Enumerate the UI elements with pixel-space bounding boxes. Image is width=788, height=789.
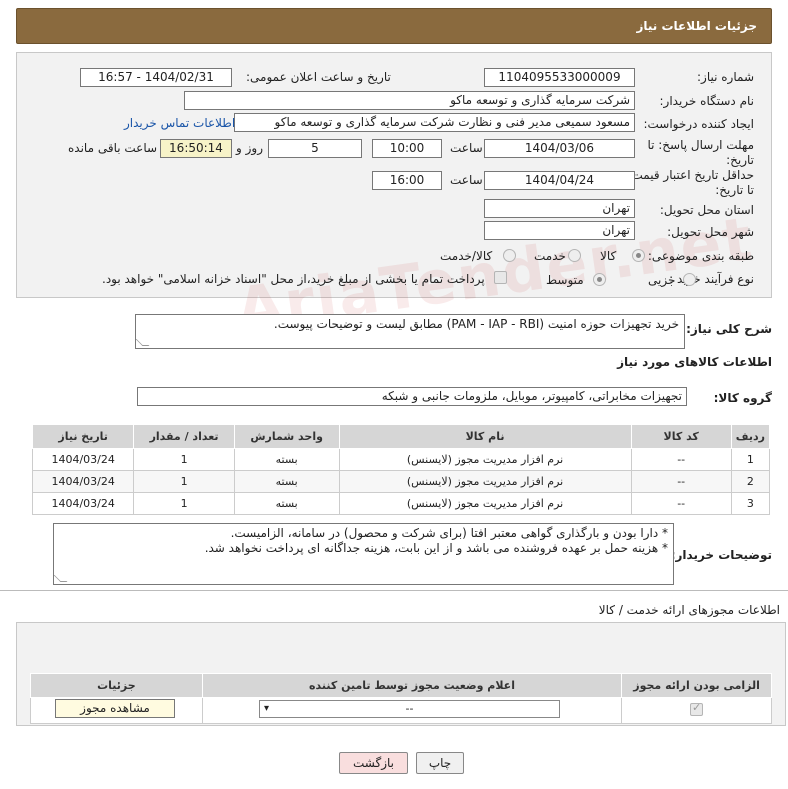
validity-date-field: 1404/04/24: [484, 171, 635, 190]
requester-label: ایجاد کننده درخواست:: [643, 117, 754, 131]
print-button[interactable]: چاپ: [416, 752, 464, 774]
row-name: نرم افزار مدیریت مجوز (لایسنس): [338, 492, 632, 515]
permit-status-select[interactable]: -- ▾: [259, 700, 560, 718]
process-medium-label: متوسط: [546, 273, 584, 287]
row-code: --: [630, 470, 732, 493]
deadline-time-label: ساعت: [450, 141, 483, 155]
col-qty: تعداد / مقدار: [133, 424, 235, 449]
goods-section-title: اطلاعات کالاهای مورد نیاز: [617, 355, 772, 369]
category-goods-label: کالا: [600, 249, 617, 263]
process-medium-radio[interactable]: [593, 273, 606, 286]
permit-required-checkbox: [690, 701, 703, 716]
row-code: --: [630, 448, 732, 471]
process-minor-radio[interactable]: [683, 273, 696, 286]
treasury-payment-checkbox[interactable]: [494, 271, 507, 284]
category-service-label: خدمت: [534, 249, 566, 263]
row-unit: بسته: [233, 470, 340, 493]
validity-label: حداقل تاریخ اعتبار قیمت: تا تاریخ:: [627, 168, 754, 197]
row-qty: 1: [133, 470, 235, 493]
row-date: 1404/03/24: [31, 448, 135, 471]
city-field: تهران: [484, 221, 635, 240]
back-button[interactable]: بازگشت: [339, 752, 408, 774]
process-minor-label: جزیی: [648, 273, 676, 287]
row-qty: 1: [133, 492, 235, 515]
goods-group-label: گروه کالا:: [713, 391, 772, 405]
validity-time-label: ساعت: [450, 173, 483, 187]
description-text: خرید تجهیزات حوزه امنیت (PAM - IAP - RBI…: [273, 317, 679, 331]
permits-table-header: الزامی بودن ارائه مجوز اعلام وضعیت مجوز …: [30, 673, 772, 698]
row-unit: بسته: [233, 492, 340, 515]
page-header: جزئیات اطلاعات نیاز: [16, 8, 772, 44]
days-field: 5: [268, 139, 362, 158]
announce-label: تاریخ و ساعت اعلان عمومی:: [246, 70, 391, 84]
category-service-radio[interactable]: [568, 249, 581, 262]
days-label: روز و: [236, 141, 263, 155]
row-name: نرم افزار مدیریت مجوز (لایسنس): [338, 470, 632, 493]
deadline-time-field: 10:00: [372, 139, 442, 158]
province-field: تهران: [484, 199, 635, 218]
description-textarea[interactable]: خرید تجهیزات حوزه امنیت (PAM - IAP - RBI…: [135, 314, 685, 349]
buyer-notes-line-2: * هزینه حمل بر عهده فروشنده می باشد و از…: [204, 541, 668, 555]
table-row: 2 -- نرم افزار مدیریت مجوز (لایسنس) بسته…: [31, 470, 771, 493]
resize-handle-icon[interactable]: [136, 339, 150, 346]
row-index: 1: [730, 448, 771, 471]
category-both-radio[interactable]: [503, 249, 516, 262]
need-number-label: شماره نیاز:: [697, 70, 754, 84]
col-permit-details: جزئیات: [30, 673, 203, 698]
process-label: نوع فرآیند خرید :: [669, 272, 754, 286]
announce-field: 1404/02/31 - 16:57: [80, 68, 232, 87]
city-label: شهر محل تحویل:: [667, 225, 754, 239]
category-goods-radio[interactable]: [632, 249, 645, 262]
category-both-label: کالا/خدمت: [440, 249, 493, 263]
resize-handle-icon[interactable]: [54, 575, 68, 582]
category-label: طبقه بندی موضوعی:: [647, 249, 754, 263]
row-code: --: [630, 492, 732, 515]
goods-group-field: تجهیزات مخابراتی، کامپیوتر، موبایل، ملزو…: [137, 387, 687, 406]
col-date: تاریخ نیاز: [31, 424, 135, 449]
col-permit-status: اعلام وضعیت مجوز توسط تامین کننده: [201, 673, 623, 698]
goods-table: ردیف کد کالا نام کالا واحد شمارش تعداد /…: [31, 424, 771, 515]
goods-table-header: ردیف کد کالا نام کالا واحد شمارش تعداد /…: [31, 424, 771, 449]
remaining-time-field: 16:50:14: [160, 139, 232, 158]
row-date: 1404/03/24: [31, 492, 135, 515]
buyer-org-field: شرکت سرمایه گذاری و توسعه ماکو: [184, 91, 635, 110]
need-number-field: 1104095533000009: [484, 68, 635, 87]
row-unit: بسته: [233, 448, 340, 471]
page-title: جزئیات اطلاعات نیاز: [636, 19, 757, 33]
col-index: ردیف: [730, 424, 771, 449]
validity-time-field: 16:00: [372, 171, 442, 190]
buyer-notes-label: توضیحات خریدار:: [670, 548, 772, 562]
province-label: استان محل تحویل:: [659, 203, 754, 217]
col-permit-required: الزامی بودن ارائه مجوز: [621, 673, 772, 698]
treasury-payment-label: پرداخت تمام یا بخشی از مبلغ خرید،از محل …: [102, 272, 485, 286]
col-code: کد کالا: [630, 424, 732, 449]
col-name: نام کالا: [338, 424, 632, 449]
deadline-label: مهلت ارسال پاسخ: تا تاریخ:: [647, 138, 754, 167]
row-index: 3: [730, 492, 771, 515]
divider: [0, 590, 788, 591]
view-permit-button[interactable]: مشاهده مجوز: [55, 699, 175, 718]
requester-field: مسعود سمیعی مدیر فنی و نظارت شرکت سرمایه…: [234, 113, 635, 132]
col-unit: واحد شمارش: [233, 424, 340, 449]
row-index: 2: [730, 470, 771, 493]
row-date: 1404/03/24: [31, 470, 135, 493]
remaining-label: ساعت باقی مانده: [68, 141, 158, 155]
table-row: 3 -- نرم افزار مدیریت مجوز (لایسنس) بسته…: [31, 492, 771, 515]
buyer-org-label: نام دستگاه خریدار:: [659, 94, 755, 108]
chevron-down-icon: ▾: [264, 703, 270, 714]
buyer-notes-textarea[interactable]: * دارا بودن و بارگذاری گواهی معتبر افتا …: [53, 523, 674, 585]
row-qty: 1: [133, 448, 235, 471]
table-row: 1 -- نرم افزار مدیریت مجوز (لایسنس) بسته…: [31, 448, 771, 471]
row-name: نرم افزار مدیریت مجوز (لایسنس): [338, 448, 632, 471]
description-label: شرح کلی نیاز:: [686, 322, 772, 336]
permit-status-value: --: [405, 702, 414, 715]
deadline-date-field: 1404/03/06: [484, 139, 635, 158]
buyer-contact-link[interactable]: اطلاعات تماس خریدار: [124, 116, 235, 130]
buyer-notes-line-1: * دارا بودن و بارگذاری گواهی معتبر افتا …: [230, 526, 668, 540]
permits-section-title: اطلاعات مجوزهای ارائه خدمت / کالا: [598, 603, 780, 617]
